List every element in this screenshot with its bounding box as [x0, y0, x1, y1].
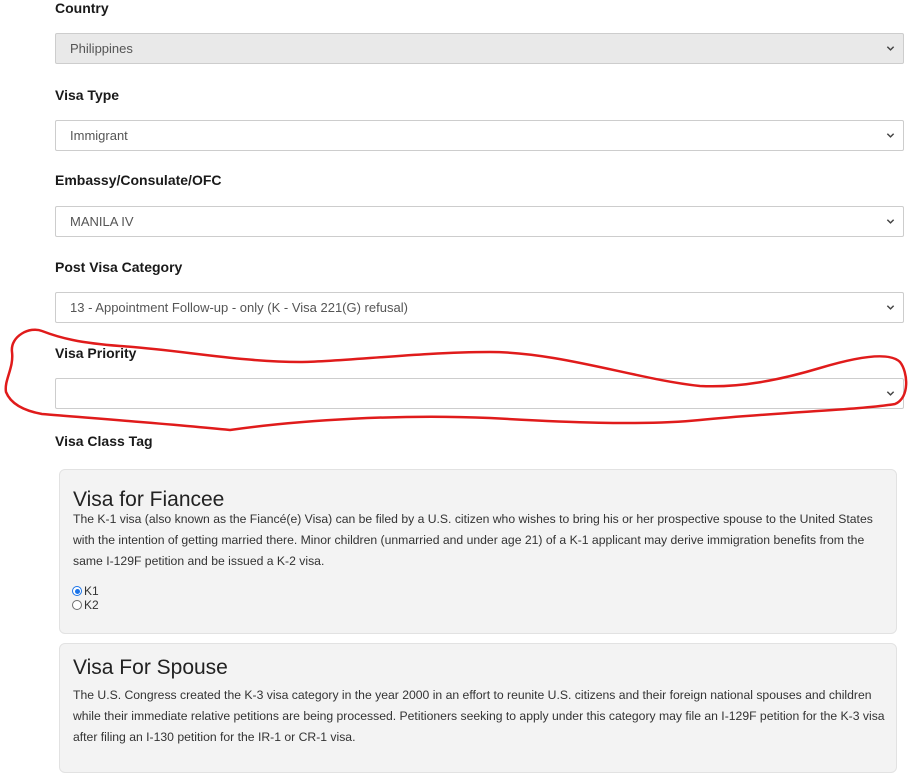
visa-spouse-card: Visa For Spouse The U.S. Congress create… — [59, 643, 897, 773]
visa-priority-label: Visa Priority — [55, 345, 137, 361]
chevron-down-icon — [886, 46, 895, 51]
visa-type-select[interactable]: Immigrant — [55, 120, 904, 151]
embassy-select-value: MANILA IV — [70, 214, 134, 229]
radio-unchecked-icon[interactable] — [72, 600, 82, 610]
visa-priority-select[interactable] — [55, 378, 904, 409]
country-select-value: Philippines — [70, 41, 133, 56]
radio-checked-icon[interactable] — [72, 586, 82, 596]
chevron-down-icon — [886, 133, 895, 138]
radio-option-k1[interactable]: K1 — [72, 584, 99, 598]
annotation-highlight — [4, 328, 908, 432]
chevron-down-icon — [886, 219, 895, 224]
post-visa-category-select[interactable]: 13 - Appointment Follow-up - only (K - V… — [55, 292, 904, 323]
visa-fiancee-card: Visa for Fiancee The K-1 visa (also know… — [59, 469, 897, 634]
post-visa-category-select-value: 13 - Appointment Follow-up - only (K - V… — [70, 300, 408, 315]
card-description: The K-1 visa (also known as the Fiancé(e… — [73, 512, 873, 568]
radio-option-label: K2 — [84, 598, 99, 612]
card-description: The U.S. Congress created the K-3 visa c… — [73, 688, 885, 744]
embassy-select[interactable]: MANILA IV — [55, 206, 904, 237]
country-select[interactable]: Philippines — [55, 33, 904, 64]
radio-option-k2[interactable]: K2 — [72, 598, 99, 612]
radio-option-label: K1 — [84, 584, 99, 598]
visa-type-select-value: Immigrant — [70, 128, 128, 143]
country-label: Country — [55, 0, 109, 16]
chevron-down-icon — [886, 391, 895, 396]
visa-type-label: Visa Type — [55, 87, 120, 103]
chevron-down-icon — [886, 305, 895, 310]
visa-class-tag-label: Visa Class Tag — [55, 433, 153, 449]
embassy-label: Embassy/Consulate/OFC — [55, 172, 222, 188]
post-visa-category-label: Post Visa Category — [55, 259, 183, 275]
card-title: Visa For Spouse — [73, 656, 228, 679]
